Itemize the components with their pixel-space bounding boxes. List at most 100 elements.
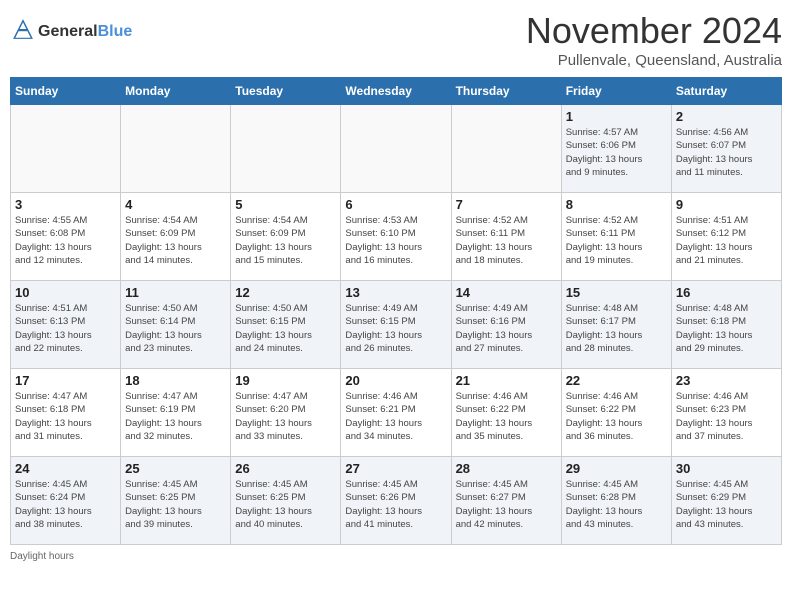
day-info: Sunrise: 4:45 AM Sunset: 6:24 PM Dayligh… [15,478,116,531]
calendar-body: 1 Sunrise: 4:57 AM Sunset: 6:06 PM Daylig… [11,105,782,545]
calendar-cell: 20Sunrise: 4:46 AM Sunset: 6:21 PM Dayli… [341,369,451,457]
calendar-cell: 6 Sunrise: 4:53 AM Sunset: 6:10 PM Daylig… [341,193,451,281]
logo-text: GeneralBlue [38,23,132,41]
calendar-cell: 30 Sunrise: 4:45 AM Sunset: 6:29 PM Dayli… [671,457,781,545]
calendar-cell: 2 Sunrise: 4:56 AM Sunset: 6:07 PM Daylig… [671,105,781,193]
day-info: Sunrise: 4:45 AM Sunset: 6:29 PM Dayligh… [676,478,777,531]
calendar-week-row: 24 Sunrise: 4:45 AM Sunset: 6:24 PM Dayli… [11,457,782,545]
calendar-week-row: 3 Sunrise: 4:55 AM Sunset: 6:08 PM Daylig… [11,193,782,281]
day-info: Sunrise: 4:49 AM Sunset: 6:15 PM Dayligh… [345,302,446,355]
day-info: Sunrise: 4:45 AM Sunset: 6:26 PM Dayligh… [345,478,446,531]
day-info: Sunrise: 4:53 AM Sunset: 6:10 PM Dayligh… [345,214,446,267]
calendar-cell [341,105,451,193]
weekday-header: Tuesday [231,78,341,105]
calendar-cell: 29Sunrise: 4:45 AM Sunset: 6:28 PM Dayli… [561,457,671,545]
day-number: 22 [566,373,667,388]
calendar-cell: 11 Sunrise: 4:50 AM Sunset: 6:14 PM Dayli… [121,281,231,369]
calendar-week-row: 17Sunrise: 4:47 AM Sunset: 6:18 PM Dayli… [11,369,782,457]
day-number: 3 [15,197,116,212]
calendar-table: SundayMondayTuesdayWednesdayThursdayFrid… [10,77,782,545]
day-info: Sunrise: 4:54 AM Sunset: 6:09 PM Dayligh… [235,214,336,267]
day-info: Sunrise: 4:56 AM Sunset: 6:07 PM Dayligh… [676,126,777,179]
logo: GeneralBlue [10,18,132,45]
calendar-cell: 23 Sunrise: 4:46 AM Sunset: 6:23 PM Dayli… [671,369,781,457]
day-number: 5 [235,197,336,212]
day-number: 18 [125,373,226,388]
daylight-label: Daylight hours [10,551,74,562]
calendar-cell [11,105,121,193]
calendar-cell: 26 Sunrise: 4:45 AM Sunset: 6:25 PM Dayli… [231,457,341,545]
day-number: 15 [566,285,667,300]
day-info: Sunrise: 4:51 AM Sunset: 6:13 PM Dayligh… [15,302,116,355]
day-number: 8 [566,197,667,212]
calendar-cell [231,105,341,193]
title-area: November 2024 Pullenvale, Queensland, Au… [526,10,782,69]
calendar-cell: 4Sunrise: 4:54 AM Sunset: 6:09 PM Daylig… [121,193,231,281]
calendar-cell: 18Sunrise: 4:47 AM Sunset: 6:19 PM Dayli… [121,369,231,457]
day-info: Sunrise: 4:50 AM Sunset: 6:14 PM Dayligh… [125,302,226,355]
day-info: Sunrise: 4:52 AM Sunset: 6:11 PM Dayligh… [456,214,557,267]
calendar-cell: 1 Sunrise: 4:57 AM Sunset: 6:06 PM Daylig… [561,105,671,193]
day-number: 13 [345,285,446,300]
calendar-cell: 12 Sunrise: 4:50 AM Sunset: 6:15 PM Dayli… [231,281,341,369]
day-number: 9 [676,197,777,212]
calendar-cell: 27 Sunrise: 4:45 AM Sunset: 6:26 PM Dayli… [341,457,451,545]
day-number: 23 [676,373,777,388]
day-info: Sunrise: 4:51 AM Sunset: 6:12 PM Dayligh… [676,214,777,267]
calendar-cell: 15Sunrise: 4:48 AM Sunset: 6:17 PM Dayli… [561,281,671,369]
logo-icon [12,18,34,40]
day-info: Sunrise: 4:50 AM Sunset: 6:15 PM Dayligh… [235,302,336,355]
calendar-cell [451,105,561,193]
day-info: Sunrise: 4:46 AM Sunset: 6:23 PM Dayligh… [676,390,777,443]
day-number: 19 [235,373,336,388]
day-info: Sunrise: 4:45 AM Sunset: 6:27 PM Dayligh… [456,478,557,531]
day-number: 25 [125,461,226,476]
day-number: 12 [235,285,336,300]
day-number: 6 [345,197,446,212]
month-title: November 2024 [526,10,782,52]
day-info: Sunrise: 4:54 AM Sunset: 6:09 PM Dayligh… [125,214,226,267]
day-info: Sunrise: 4:47 AM Sunset: 6:18 PM Dayligh… [15,390,116,443]
day-info: Sunrise: 4:49 AM Sunset: 6:16 PM Dayligh… [456,302,557,355]
footer-note: Daylight hours [10,551,782,562]
calendar-header-row: SundayMondayTuesdayWednesdayThursdayFrid… [11,78,782,105]
calendar-cell: 21 Sunrise: 4:46 AM Sunset: 6:22 PM Dayli… [451,369,561,457]
day-info: Sunrise: 4:46 AM Sunset: 6:22 PM Dayligh… [456,390,557,443]
calendar-cell: 5 Sunrise: 4:54 AM Sunset: 6:09 PM Daylig… [231,193,341,281]
weekday-header: Saturday [671,78,781,105]
weekday-header: Monday [121,78,231,105]
day-info: Sunrise: 4:45 AM Sunset: 6:28 PM Dayligh… [566,478,667,531]
day-number: 21 [456,373,557,388]
day-number: 26 [235,461,336,476]
day-info: Sunrise: 4:55 AM Sunset: 6:08 PM Dayligh… [15,214,116,267]
day-info: Sunrise: 4:57 AM Sunset: 6:06 PM Dayligh… [566,126,667,179]
calendar-cell: 7Sunrise: 4:52 AM Sunset: 6:11 PM Daylig… [451,193,561,281]
day-number: 30 [676,461,777,476]
day-number: 1 [566,109,667,124]
calendar-cell [121,105,231,193]
day-number: 28 [456,461,557,476]
weekday-header: Sunday [11,78,121,105]
calendar-cell: 16 Sunrise: 4:48 AM Sunset: 6:18 PM Dayli… [671,281,781,369]
weekday-header: Thursday [451,78,561,105]
day-number: 11 [125,285,226,300]
calendar-week-row: 10Sunrise: 4:51 AM Sunset: 6:13 PM Dayli… [11,281,782,369]
calendar-cell: 25 Sunrise: 4:45 AM Sunset: 6:25 PM Dayli… [121,457,231,545]
weekday-header: Friday [561,78,671,105]
day-number: 14 [456,285,557,300]
day-info: Sunrise: 4:45 AM Sunset: 6:25 PM Dayligh… [235,478,336,531]
day-number: 24 [15,461,116,476]
calendar-cell: 17Sunrise: 4:47 AM Sunset: 6:18 PM Dayli… [11,369,121,457]
calendar-cell: 19 Sunrise: 4:47 AM Sunset: 6:20 PM Dayli… [231,369,341,457]
day-info: Sunrise: 4:45 AM Sunset: 6:25 PM Dayligh… [125,478,226,531]
day-info: Sunrise: 4:46 AM Sunset: 6:22 PM Dayligh… [566,390,667,443]
day-number: 27 [345,461,446,476]
calendar-week-row: 1 Sunrise: 4:57 AM Sunset: 6:06 PM Daylig… [11,105,782,193]
day-number: 16 [676,285,777,300]
day-info: Sunrise: 4:47 AM Sunset: 6:20 PM Dayligh… [235,390,336,443]
day-number: 2 [676,109,777,124]
calendar-cell: 14 Sunrise: 4:49 AM Sunset: 6:16 PM Dayli… [451,281,561,369]
day-info: Sunrise: 4:48 AM Sunset: 6:18 PM Dayligh… [676,302,777,355]
day-number: 20 [345,373,446,388]
calendar-cell: 9 Sunrise: 4:51 AM Sunset: 6:12 PM Daylig… [671,193,781,281]
